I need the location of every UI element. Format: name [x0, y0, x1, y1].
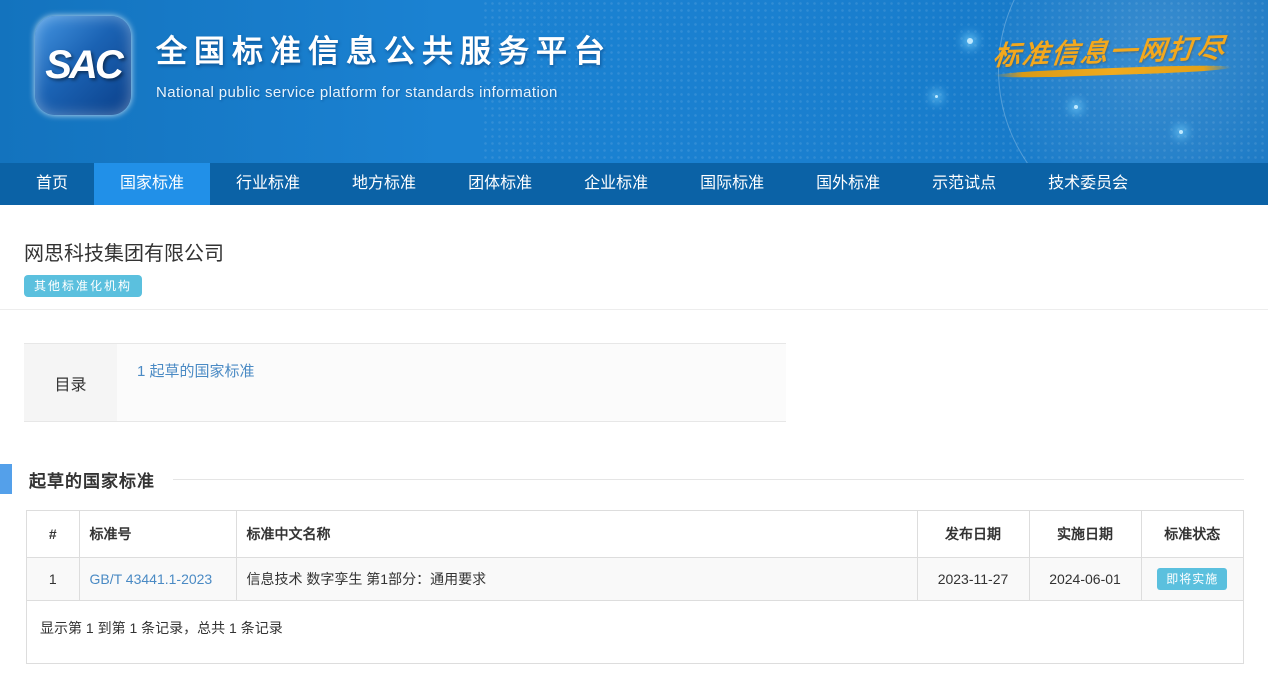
- col-pub-date: 发布日期: [917, 511, 1029, 558]
- sac-logo[interactable]: SAC: [35, 16, 131, 115]
- table-row: 1 GB/T 43441.1-2023 信息技术 数字孪生 第1部分：通用要求 …: [27, 558, 1243, 601]
- nav-item-international-standards[interactable]: 国际标准: [674, 163, 790, 205]
- section-title: 起草的国家标准: [29, 467, 155, 492]
- sparkle-decoration: [1179, 130, 1183, 134]
- toc-box: 目录 1 起草的国家标准: [24, 343, 786, 422]
- globe-decoration: [998, 0, 1268, 163]
- col-name-cn: 标准中文名称: [236, 511, 917, 558]
- site-titles: 全国标准信息公共服务平台 National public service pla…: [156, 26, 612, 101]
- site-title: 全国标准信息公共服务平台: [156, 26, 612, 71]
- standard-no-link[interactable]: GB/T 43441.1-2023: [90, 571, 213, 587]
- section-divider-line: [173, 479, 1244, 480]
- sparkle-decoration: [935, 95, 938, 98]
- toc-label: 目录: [24, 344, 117, 421]
- org-name: 网思科技集团有限公司: [24, 237, 1268, 266]
- nav-item-pilot-programs[interactable]: 示范试点: [906, 163, 1022, 205]
- toc-body: 1 起草的国家标准: [117, 344, 786, 421]
- nav-item-group-standards[interactable]: 团体标准: [442, 163, 558, 205]
- site-header: SAC 全国标准信息公共服务平台 National public service…: [0, 0, 1268, 163]
- table-record-summary: 显示第 1 到第 1 条记录，总共 1 条记录: [27, 601, 1243, 663]
- cell-standard-no: GB/T 43441.1-2023: [79, 558, 236, 601]
- site-subtitle: National public service platform for sta…: [156, 84, 612, 101]
- standards-table-panel: # 标准号 标准中文名称 发布日期 实施日期 标准状态 1 GB/T 43441…: [26, 510, 1244, 664]
- nav-item-foreign-standards[interactable]: 国外标准: [790, 163, 906, 205]
- standards-table: # 标准号 标准中文名称 发布日期 实施日期 标准状态 1 GB/T 43441…: [27, 511, 1243, 601]
- org-type-badge: 其他标准化机构: [24, 275, 142, 297]
- cell-pub-date: 2023-11-27: [917, 558, 1029, 601]
- cell-name-cn: 信息技术 数字孪生 第1部分：通用要求: [236, 558, 917, 601]
- sac-logo-text: SAC: [45, 43, 120, 88]
- sparkle-decoration: [967, 38, 973, 44]
- page-content: 网思科技集团有限公司 其他标准化机构 目录 1 起草的国家标准 起草的国家标准 …: [0, 205, 1268, 664]
- cell-impl-date: 2024-06-01: [1029, 558, 1141, 601]
- cell-index: 1: [27, 558, 79, 601]
- section-header: 起草的国家标准: [0, 464, 1268, 494]
- col-standard-no: 标准号: [79, 511, 236, 558]
- status-badge: 即将实施: [1157, 568, 1227, 590]
- cell-status: 即将实施: [1141, 558, 1243, 601]
- sparkle-decoration: [1074, 105, 1078, 109]
- nav-item-industry-standards[interactable]: 行业标准: [210, 163, 326, 205]
- toc-link-drafted-standards[interactable]: 1 起草的国家标准: [137, 363, 255, 380]
- table-header-row: # 标准号 标准中文名称 发布日期 实施日期 标准状态: [27, 511, 1243, 558]
- nav-item-local-standards[interactable]: 地方标准: [326, 163, 442, 205]
- nav-item-national-standards[interactable]: 国家标准: [94, 163, 210, 205]
- col-impl-date: 实施日期: [1029, 511, 1141, 558]
- divider: [0, 309, 1268, 310]
- main-nav: 首页 国家标准 行业标准 地方标准 团体标准 企业标准 国际标准 国外标准 示范…: [0, 163, 1268, 205]
- col-index: #: [27, 511, 79, 558]
- nav-item-enterprise-standards[interactable]: 企业标准: [558, 163, 674, 205]
- nav-item-technical-committees[interactable]: 技术委员会: [1022, 163, 1154, 205]
- section-marker: [0, 464, 12, 494]
- nav-item-home[interactable]: 首页: [10, 163, 94, 205]
- col-status: 标准状态: [1141, 511, 1243, 558]
